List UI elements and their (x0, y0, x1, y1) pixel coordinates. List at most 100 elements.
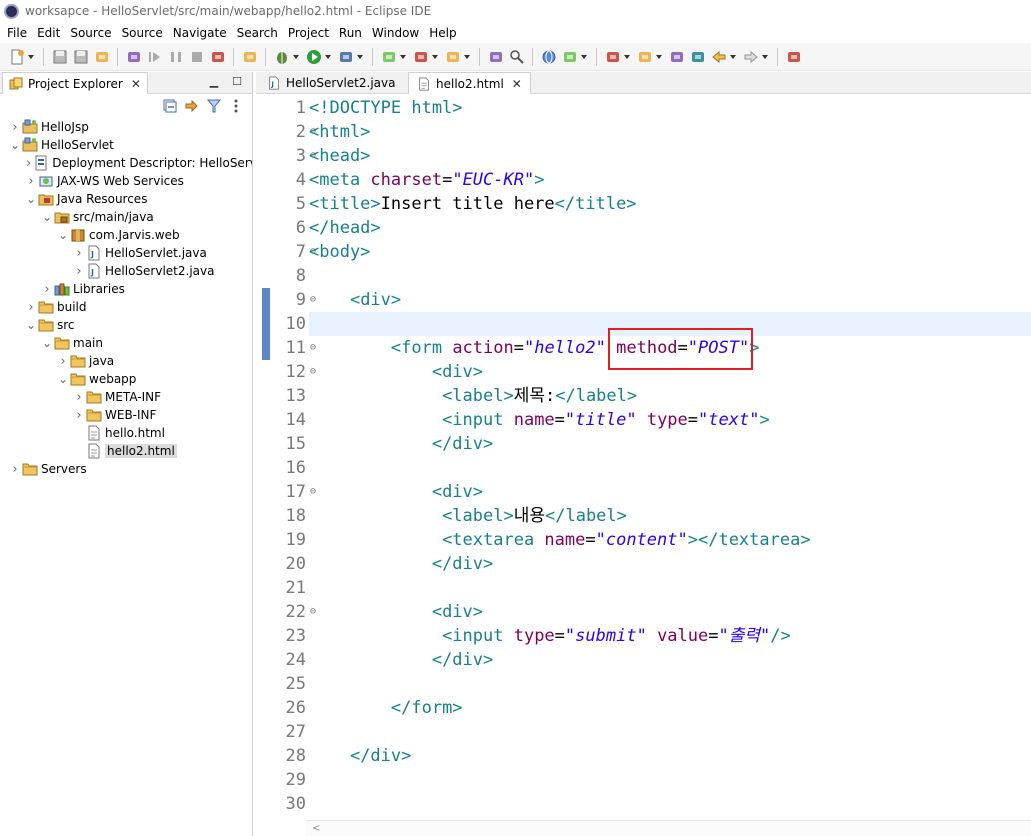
view-menu-icon[interactable] (228, 98, 244, 114)
code-line[interactable]: </head> (309, 216, 1031, 240)
code-line[interactable]: </form> (309, 696, 1031, 720)
minimize-icon[interactable]: ▁ (207, 75, 221, 89)
chevron-right-icon[interactable]: › (26, 298, 36, 316)
chevron-down-icon[interactable] (324, 48, 332, 65)
suspend-icon[interactable] (167, 48, 184, 65)
skip-breakpoints-icon[interactable] (125, 48, 142, 65)
new-class-icon[interactable] (444, 48, 461, 65)
collapse-all-icon[interactable] (162, 98, 178, 114)
menu-search[interactable]: Search (232, 26, 283, 40)
tree-item[interactable]: › WEB-INF (0, 406, 252, 424)
code-line[interactable]: <!DOCTYPE html> (309, 96, 1031, 120)
chevron-right-icon[interactable]: › (42, 280, 52, 298)
tree-item[interactable]: › build (0, 298, 252, 316)
code-line[interactable] (309, 792, 1031, 816)
open-perspective-icon[interactable] (785, 48, 802, 65)
tree-item[interactable]: › java (0, 352, 252, 370)
open-type-icon[interactable] (241, 48, 258, 65)
chevron-down-icon[interactable]: ⌄ (26, 316, 36, 334)
code-line[interactable]: <title>Insert title here</title> (309, 192, 1031, 216)
tree-item[interactable]: hello2.html (0, 442, 252, 460)
link-with-editor-icon[interactable] (184, 98, 200, 114)
chevron-right-icon[interactable]: › (58, 352, 68, 370)
resume-icon[interactable] (146, 48, 163, 65)
back-icon[interactable] (710, 48, 727, 65)
code-line[interactable]: <input name="title" type="text"> (309, 408, 1031, 432)
code-line[interactable]: </div> (309, 744, 1031, 768)
code-line[interactable]: <html> (309, 120, 1031, 144)
menu-window[interactable]: Window (367, 26, 424, 40)
tree-item[interactable]: › Servers (0, 460, 252, 478)
tree-item[interactable]: › Deployment Descriptor: HelloServlet (0, 154, 252, 172)
forward-edit-icon[interactable] (689, 48, 706, 65)
maximize-icon[interactable]: ☐ (230, 75, 244, 89)
tree-item[interactable]: ⌄ com.Jarvis.web (0, 226, 252, 244)
menu-source[interactable]: Source (65, 26, 116, 40)
chevron-down-icon[interactable]: ⌄ (58, 226, 68, 244)
tree-item[interactable]: ⌄ src (0, 316, 252, 334)
chevron-right-icon[interactable]: › (74, 406, 84, 424)
code-line[interactable] (309, 456, 1031, 480)
code-line[interactable]: </div> (309, 648, 1031, 672)
tree-item[interactable]: ⌄ Java Resources (0, 190, 252, 208)
close-icon[interactable]: ✕ (512, 77, 522, 91)
code-line[interactable]: </div> (309, 552, 1031, 576)
code-line[interactable]: <head> (309, 144, 1031, 168)
filter-icon[interactable] (206, 98, 222, 114)
save-icon[interactable] (51, 48, 68, 65)
tab-project-explorer[interactable]: Project Explorer ✕ (2, 72, 148, 94)
tree-item[interactable]: › J HelloServlet.java (0, 244, 252, 262)
tree-item[interactable]: › J HelloServlet2.java (0, 262, 252, 280)
code-line[interactable]: <body> (309, 240, 1031, 264)
menu-file[interactable]: File (2, 26, 32, 40)
code-line[interactable]: <label>제목:</label> (309, 384, 1031, 408)
terminate-icon[interactable] (188, 48, 205, 65)
chevron-right-icon[interactable]: › (26, 172, 36, 190)
chevron-down-icon[interactable] (399, 48, 407, 65)
chevron-down-icon[interactable] (580, 48, 588, 65)
editor-tab[interactable]: hello2.html ✕ (408, 72, 531, 94)
new-server-icon[interactable] (412, 48, 429, 65)
coverage-icon[interactable] (337, 48, 354, 65)
menu-run[interactable]: Run (334, 26, 367, 40)
chevron-right-icon[interactable]: › (10, 460, 20, 478)
tree-item[interactable]: ⌄ webapp (0, 370, 252, 388)
save-all-icon[interactable] (72, 48, 89, 65)
chevron-down-icon[interactable] (356, 48, 364, 65)
new-icon[interactable] (8, 48, 25, 65)
chevron-right-icon[interactable]: › (74, 388, 84, 406)
close-icon[interactable]: ✕ (131, 77, 141, 91)
external-tools-icon[interactable] (380, 48, 397, 65)
tree-item[interactable]: ⌄ main (0, 334, 252, 352)
last-edit-icon[interactable] (668, 48, 685, 65)
code-line[interactable]: <div> (309, 600, 1031, 624)
editor-tab[interactable]: J HelloServlet2.java (258, 72, 404, 94)
tree-item[interactable]: ⌄ HelloServlet (0, 136, 252, 154)
code-line[interactable] (309, 720, 1031, 744)
menu-project[interactable]: Project (283, 26, 334, 40)
chevron-right-icon[interactable]: › (74, 262, 84, 280)
print-icon[interactable] (93, 48, 110, 65)
chevron-down-icon[interactable]: ⌄ (26, 190, 36, 208)
code-editor[interactable]: 1 2 ⊖ 3 ⊖ 4 5 6 7 ⊖ 8 9 ⊖ 10 11 ⊖ 12 ⊖ 13 14 15 16 17 ⊖ 18 19 20 21… (256, 96, 1031, 836)
refactor-icon[interactable] (561, 48, 578, 65)
chevron-down-icon[interactable]: ⌄ (42, 208, 52, 226)
horizontal-scrollbar[interactable]: < (306, 820, 1031, 836)
next-annotation-icon[interactable] (604, 48, 621, 65)
chevron-right-icon[interactable]: › (10, 118, 20, 136)
forward-icon[interactable] (742, 48, 759, 65)
tree-item[interactable]: › HelloJsp (0, 118, 252, 136)
tree-item[interactable]: › Libraries (0, 280, 252, 298)
scroll-left-icon[interactable]: < (312, 823, 320, 834)
chevron-down-icon[interactable] (729, 48, 737, 65)
code-line[interactable]: <div> (309, 480, 1031, 504)
menu-source[interactable]: Source (117, 26, 168, 40)
code-line[interactable]: <input type="submit" value="출력"/> (309, 624, 1031, 648)
search-icon[interactable] (508, 48, 525, 65)
chevron-down-icon[interactable] (292, 48, 300, 65)
code-line[interactable]: <meta charset="EUC-KR"> (309, 168, 1031, 192)
tree-item[interactable]: › JAX-WS Web Services (0, 172, 252, 190)
chevron-right-icon[interactable]: › (74, 244, 84, 262)
open-task-icon[interactable] (487, 48, 504, 65)
globe-icon[interactable] (540, 48, 557, 65)
